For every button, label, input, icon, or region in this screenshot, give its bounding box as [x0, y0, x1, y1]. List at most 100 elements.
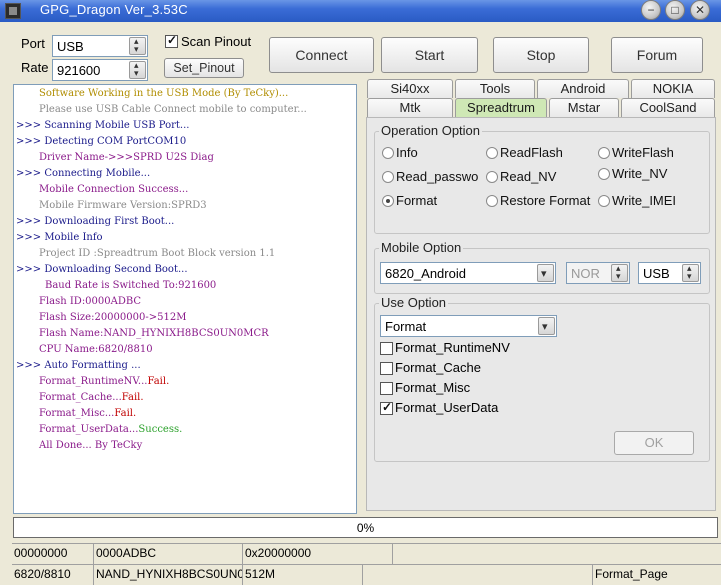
status-cell [363, 565, 593, 585]
spin-arrows-icon[interactable] [129, 36, 146, 55]
close-button[interactable]: ✕ [690, 0, 710, 20]
radio-label: Info [396, 145, 418, 160]
log-line-text: Format_Misc... [39, 408, 115, 419]
log-line-text: Flash Name:NAND_HYNIXH8BCS0UN0MCR [39, 328, 269, 339]
radio-write-nv[interactable] [598, 168, 610, 180]
log-line-text: All Done... By TeCky [39, 440, 143, 451]
radio-write-imei[interactable] [598, 195, 610, 207]
radio-read-passwo[interactable] [382, 171, 394, 183]
checkbox-format-runtimenv[interactable] [380, 342, 393, 355]
model-select[interactable]: 6820_Android [380, 262, 556, 284]
radio-read-nv[interactable] [486, 171, 498, 183]
log-line: Software Working in the USB Mode (By TeC… [39, 88, 288, 99]
status-cell: 6820/8810 [12, 565, 94, 585]
log-line: Flash ID:0000ADBC [39, 296, 141, 307]
tab-nokia[interactable]: NOKIA [631, 79, 715, 98]
status-cell: NAND_HYNIXH8BCS0UN0MCR [94, 565, 243, 585]
use-mode-value: Format [385, 319, 427, 334]
model-value: 6820_Android [385, 266, 466, 281]
log-line-text: >>> Detecting COM PortCOM10 [16, 136, 187, 147]
minimize-button[interactable]: − [641, 0, 661, 20]
status-bar-top: 00000000 0000ADBC 0x20000000 [12, 543, 721, 564]
tab-mtk[interactable]: Mtk [367, 98, 453, 117]
tab-android[interactable]: Android [537, 79, 629, 98]
mobile-option-title: Mobile Option [379, 240, 464, 255]
log-line: Please use USB Cable Connect mobile to c… [39, 104, 307, 115]
log-line: >>> Connecting Mobile... [16, 168, 150, 179]
log-line: Flash Name:NAND_HYNIXH8BCS0UN0MCR [39, 328, 269, 339]
spin-arrows-icon[interactable] [611, 263, 628, 282]
log-line: >>> Scanning Mobile USB Port... [16, 120, 189, 131]
app-icon [5, 3, 21, 19]
rate-select[interactable]: 921600 [52, 59, 148, 81]
radio-label: WriteFlash [612, 145, 674, 160]
use-mode-select[interactable]: Format [380, 315, 557, 337]
log-line-text: Flash Size:20000000->512M [39, 312, 187, 323]
checkbox-label: Format_Misc [395, 380, 471, 395]
radio-label: Format [396, 193, 438, 208]
log-line-text: >>> Downloading Second Boot... [16, 264, 188, 275]
checkbox-format-misc[interactable] [380, 382, 393, 395]
log-line-text: >>> Mobile Info [16, 232, 103, 243]
checkbox-format-userdata[interactable] [380, 400, 393, 415]
flash-type-select[interactable]: NOR [566, 262, 630, 284]
log-line-text: >>> Downloading First Boot... [16, 216, 175, 227]
checkbox-format-cache[interactable] [380, 362, 393, 375]
log-line-text: Mobile Connection Success... [39, 184, 189, 195]
status-cell: 0x20000000 [243, 544, 393, 564]
tab-coolsand[interactable]: CoolSand [621, 98, 715, 117]
spin-arrows-icon[interactable] [682, 263, 699, 282]
radio-format[interactable] [382, 195, 394, 207]
checkbox-label: Format_Cache [395, 360, 481, 375]
scan-pinout-checkbox[interactable] [165, 33, 178, 48]
log-line: Format_RuntimeNV...Fail. [39, 376, 169, 387]
start-button[interactable]: Start [381, 37, 478, 73]
status-bar-bottom: 6820/8810 NAND_HYNIXH8BCS0UN0MCR 512M Fo… [12, 564, 721, 585]
forum-button[interactable]: Forum [611, 37, 703, 73]
connect-button[interactable]: Connect [269, 37, 374, 73]
radio-readflash[interactable] [486, 147, 498, 159]
port-select[interactable]: USB [52, 35, 148, 57]
window-title: GPG_Dragon Ver_3.53C [40, 2, 188, 17]
log-line: Flash Size:20000000->512M [39, 312, 186, 323]
rate-value: 921600 [57, 63, 101, 78]
tab-mstar[interactable]: Mstar [549, 98, 619, 117]
tab-spreadtrum[interactable]: Spreadtrum [455, 98, 547, 117]
status-cell: Format_Page [595, 567, 668, 581]
status-cell [393, 544, 721, 564]
log-line-status: Success. [138, 424, 183, 435]
ok-button[interactable]: OK [614, 431, 694, 455]
radio-restore-format[interactable] [486, 195, 498, 207]
maximize-button[interactable]: □ [665, 0, 685, 20]
log-line: >>> Mobile Info [16, 232, 103, 243]
set-pinout-button[interactable]: Set_Pinout [164, 58, 244, 78]
flash-type-value: NOR [571, 266, 600, 281]
log-line-status: Fail. [121, 392, 144, 403]
log-line: Mobile Connection Success... [39, 184, 188, 195]
radio-info[interactable] [382, 147, 394, 159]
radio-label: Read_NV [500, 169, 557, 184]
progress-text: 0% [356, 521, 375, 535]
log-line: Project ID :Spreadtrum Boot Block versio… [39, 248, 275, 259]
log-line: >>> Detecting COM PortCOM10 [16, 136, 186, 147]
log-line: >>> Downloading First Boot... [16, 216, 174, 227]
progress-bar: 0% [13, 517, 718, 538]
tab-tools[interactable]: Tools [455, 79, 535, 98]
log-line: >>> Downloading Second Boot... [16, 264, 188, 275]
use-option-title: Use Option [379, 295, 449, 310]
status-cell: 512M [243, 565, 363, 585]
stop-button[interactable]: Stop [493, 37, 589, 73]
log-line: Format_UserData...Success. [39, 424, 182, 435]
scan-pinout-label: Scan Pinout [181, 34, 252, 49]
operation-option-title: Operation Option [379, 123, 483, 138]
radio-writeflash[interactable] [598, 147, 610, 159]
tab-si40xx[interactable]: Si40xx [367, 79, 453, 98]
chevron-down-icon[interactable] [538, 317, 555, 335]
chevron-down-icon[interactable] [537, 264, 554, 282]
log-line-text: Software Working in the USB Mode (By TeC… [39, 88, 289, 99]
title-bar: GPG_Dragon Ver_3.53C − □ ✕ [0, 0, 721, 22]
spin-arrows-icon[interactable] [129, 60, 146, 79]
log-line-text: Format_UserData... [39, 424, 139, 435]
connection-type-select[interactable]: USB [638, 262, 701, 284]
log-line-text: Format_RuntimeNV... [39, 376, 148, 387]
